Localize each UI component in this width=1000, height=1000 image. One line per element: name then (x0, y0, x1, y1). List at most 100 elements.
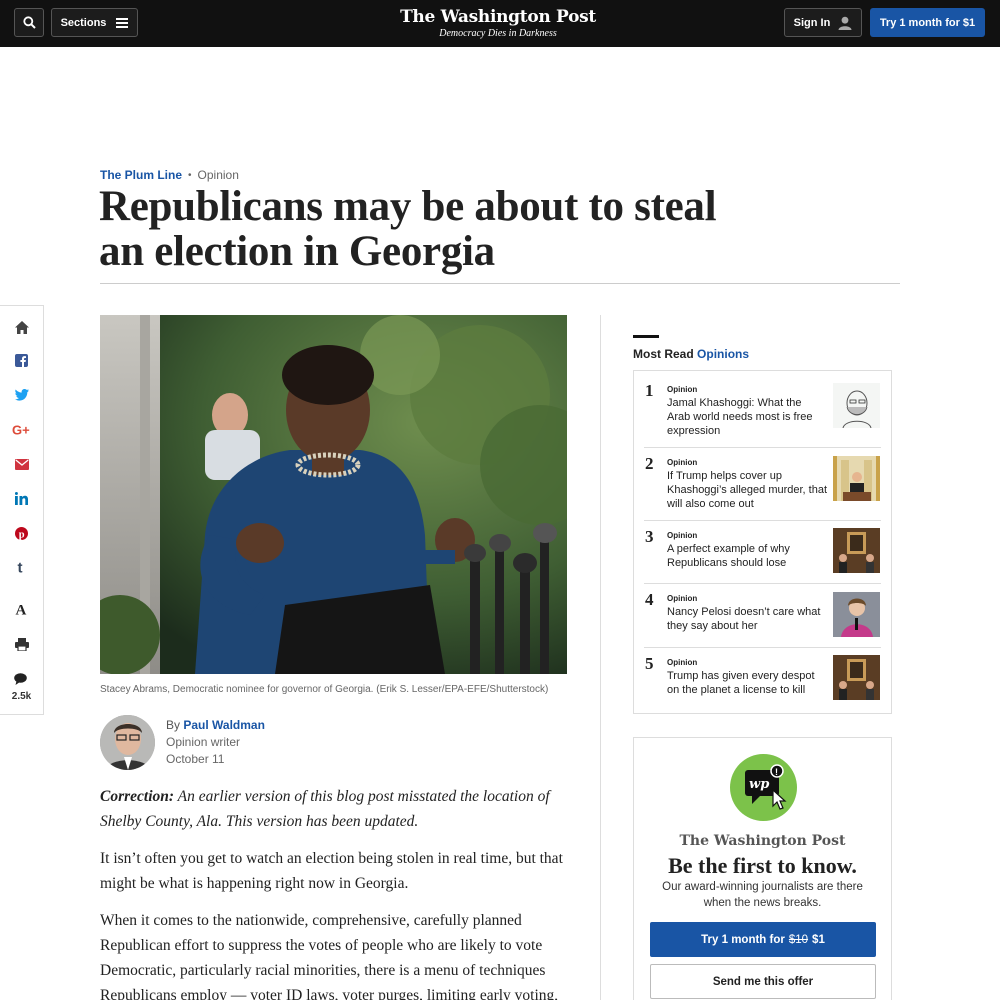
twitter-icon (14, 389, 29, 401)
logo-tagline: Democracy Dies in Darkness (439, 28, 557, 39)
newsletter-promo: wp ! The Washington Post Be the first to… (633, 737, 892, 1000)
most-read-accent-bar (633, 335, 659, 338)
share-tumblr-button[interactable]: t (0, 560, 43, 574)
most-read-item[interactable]: 4 Opinion Nancy Pelosi doesn’t care what… (634, 584, 891, 647)
headline-divider (100, 283, 900, 284)
item-thumbnail[interactable] (833, 528, 880, 573)
pinterest-icon: p (15, 527, 28, 540)
most-read-list: 1 Opinion Jamal Khashoggi: What the Arab… (633, 370, 892, 714)
google-plus-icon: G+ (12, 423, 30, 436)
item-headline[interactable]: Nancy Pelosi doesn’t care what they say … (667, 605, 827, 633)
lead-photo (100, 315, 567, 674)
item-label: Opinion (667, 658, 698, 667)
promo-headline: Be the first to know. (668, 853, 857, 878)
promo-logo: The Washington Post (679, 833, 846, 849)
sections-menu-button[interactable]: Sections (51, 8, 138, 37)
item-thumbnail[interactable] (833, 655, 880, 700)
article-kicker: The Plum Line • Opinion (100, 168, 239, 182)
item-headline[interactable]: If Trump helps cover up Khashoggi’s alle… (667, 469, 827, 511)
item-label: Opinion (667, 594, 698, 603)
search-icon (22, 16, 36, 29)
svg-text:t: t (17, 560, 22, 574)
correction-label: Correction: (100, 788, 175, 805)
byline-prefix: By (166, 718, 181, 732)
comment-count[interactable]: 2.5k (0, 691, 43, 702)
subscribe-trial-button[interactable]: Try 1 month for $1 (870, 8, 985, 37)
author-avatar[interactable] (100, 715, 155, 770)
photo-caption: Stacey Abrams, Democratic nominee for go… (100, 684, 549, 695)
sign-in-button[interactable]: Sign In (784, 8, 862, 37)
sections-label: Sections (60, 16, 107, 29)
item-label: Opinion (667, 531, 698, 540)
most-read-title-accent[interactable]: Opinions (697, 347, 749, 361)
tumblr-icon: t (17, 560, 22, 574)
most-read-item[interactable]: 5 Opinion Trump has given every despot o… (634, 648, 891, 714)
correction-paragraph: Correction: An earlier version of this b… (100, 784, 570, 834)
body-paragraph: It isn’t often you get to watch an elect… (100, 850, 563, 892)
article-headline: Republicans may be about to steal an ele… (99, 183, 717, 275)
item-rank: 3 (645, 527, 654, 546)
item-rank: 2 (645, 454, 654, 473)
print-button[interactable] (0, 638, 43, 651)
wp-alert-icon: wp ! (730, 754, 797, 821)
item-rank: 4 (645, 590, 654, 609)
promo-new-price: $1 (812, 933, 825, 946)
send-offer-button[interactable]: Send me this offer (650, 964, 876, 999)
promo-trial-button[interactable]: Try 1 month for $10 $1 (650, 922, 876, 957)
column-divider (600, 315, 601, 1000)
email-icon (14, 459, 29, 470)
svg-text:!: ! (775, 767, 778, 777)
hamburger-icon (116, 17, 129, 28)
facebook-icon (15, 354, 28, 367)
item-thumbnail[interactable] (833, 592, 880, 637)
item-thumbnail[interactable] (833, 383, 880, 428)
svg-text:wp: wp (749, 777, 769, 792)
share-google-plus-button[interactable]: G+ (0, 423, 43, 436)
share-facebook-button[interactable] (0, 354, 43, 367)
svg-text:p: p (19, 530, 25, 541)
most-read-title-main: Most Read (633, 347, 694, 361)
most-read-item[interactable]: 2 Opinion If Trump helps cover up Khasho… (634, 448, 891, 520)
item-label: Opinion (667, 458, 698, 467)
top-nav-bar: Sections The Washington Post Democracy D… (0, 0, 1000, 47)
byline: By Paul Waldman (166, 718, 265, 732)
site-logo[interactable]: The Washington Post Democracy Dies in Da… (398, 7, 598, 39)
item-label: Opinion (667, 385, 698, 394)
text-size-icon: A (15, 603, 26, 617)
item-rank: 1 (645, 381, 654, 400)
share-linkedin-button[interactable] (0, 492, 43, 505)
author-role: Opinion writer (166, 735, 241, 749)
kicker-separator: • (188, 169, 192, 181)
kicker-section-link[interactable]: The Plum Line (100, 168, 182, 182)
item-rank: 5 (645, 654, 654, 673)
comments-icon (14, 673, 27, 685)
promo-old-price: $10 (788, 933, 809, 946)
linkedin-icon (15, 492, 28, 505)
item-thumbnail[interactable] (833, 456, 880, 501)
most-read-item[interactable]: 3 Opinion A perfect example of why Repub… (634, 521, 891, 583)
svg-text:A: A (15, 603, 26, 617)
comments-button[interactable] (0, 673, 43, 686)
print-icon (14, 638, 29, 651)
search-button[interactable] (14, 8, 44, 37)
most-read-title: Most Read Opinions (633, 347, 749, 361)
home-button[interactable] (0, 321, 43, 334)
share-pinterest-button[interactable]: p (0, 527, 43, 540)
share-email-button[interactable] (0, 459, 43, 470)
share-rail: G+ p t A 2.5k (0, 305, 44, 715)
promo-subtext: Our award-winning journalists are there … (662, 881, 863, 909)
text-size-button[interactable]: A (0, 602, 43, 617)
logo-name: The Washington Post (400, 7, 596, 27)
item-headline[interactable]: A perfect example of why Republicans sho… (667, 542, 827, 570)
svg-text:G+: G+ (12, 423, 30, 436)
author-link[interactable]: Paul Waldman (183, 718, 265, 732)
most-read-item[interactable]: 1 Opinion Jamal Khashoggi: What the Arab… (634, 371, 891, 447)
sign-in-label: Sign In (793, 16, 831, 29)
publish-date: October 11 (166, 752, 225, 766)
home-icon (14, 321, 29, 334)
item-headline[interactable]: Trump has given every despot on the plan… (667, 669, 827, 697)
body-paragraph: When it comes to the nationwide, compreh… (100, 912, 559, 1000)
user-icon (838, 16, 852, 30)
item-headline[interactable]: Jamal Khashoggi: What the Arab world nee… (667, 396, 827, 438)
share-twitter-button[interactable] (0, 389, 43, 401)
